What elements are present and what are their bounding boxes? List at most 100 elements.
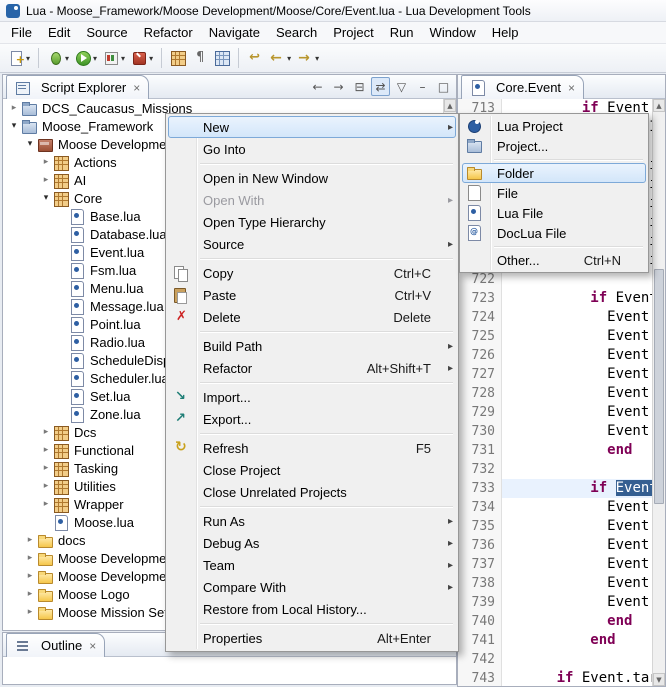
menubar-item-window[interactable]: Window (422, 23, 484, 42)
close-icon[interactable]: × (89, 639, 96, 653)
tab-core-event[interactable]: Core.Event × (461, 75, 584, 99)
collapsed-expander-icon[interactable]: ▸ (23, 571, 37, 581)
selected-text: Event. (616, 480, 652, 496)
menubar-item-edit[interactable]: Edit (40, 23, 78, 42)
menu-item-lua-file[interactable]: Lua File (462, 203, 646, 223)
menu-item-open-in-new-window[interactable]: Open in New Window (168, 167, 456, 189)
menu-icon-blank (172, 338, 194, 354)
menu-item-paste[interactable]: PasteCtrl+V (168, 284, 456, 306)
dropdown-caret-icon: ▾ (287, 54, 291, 63)
collapsed-expander-icon[interactable]: ▸ (23, 589, 37, 599)
menubar-item-source[interactable]: Source (78, 23, 135, 42)
menu-item-close-project[interactable]: Close Project (168, 459, 456, 481)
arrow-forward-icon (297, 50, 313, 66)
collapsed-expander-icon[interactable]: ▸ (39, 157, 53, 167)
menu-item-run-as[interactable]: Run As▸ (168, 510, 456, 532)
menu-item-folder[interactable]: Folder (462, 163, 646, 183)
titlebar: Lua - Moose_Framework/Moose Development/… (0, 0, 666, 22)
collapsed-expander-icon[interactable]: ▸ (23, 607, 37, 617)
debug-button[interactable]: ▾ (44, 46, 72, 70)
menu-item-refresh[interactable]: RefreshF5 (168, 437, 456, 459)
code-line (502, 460, 652, 479)
expanded-expander-icon[interactable]: ▾ (23, 139, 37, 149)
menu-item-file[interactable]: File (462, 183, 646, 203)
expanded-expander-icon[interactable]: ▾ (7, 121, 21, 131)
toolbar-separator (161, 48, 162, 68)
menu-item-source[interactable]: Source▸ (168, 233, 456, 255)
mark-occurrences-button[interactable] (211, 46, 233, 70)
tab-outline[interactable]: Outline × (6, 633, 105, 657)
menubar-item-refactor[interactable]: Refactor (136, 23, 201, 42)
folder-icon (466, 165, 488, 181)
forward-icon[interactable]: → (329, 77, 348, 96)
scroll-down-icon[interactable] (653, 673, 665, 686)
menu-item-doclua-file[interactable]: DocLua File (462, 223, 646, 243)
menubar-item-search[interactable]: Search (268, 23, 325, 42)
menu-item-close-unrelated-projects[interactable]: Close Unrelated Projects (168, 481, 456, 503)
menu-item-restore-from-local-history[interactable]: Restore from Local History... (168, 598, 456, 620)
close-icon[interactable]: × (133, 81, 140, 95)
collapsed-expander-icon[interactable]: ▸ (39, 427, 53, 437)
line-number: 738 (458, 574, 495, 593)
external-tools-button[interactable]: ▾ (128, 46, 156, 70)
menu-item-project[interactable]: Project... (462, 136, 646, 156)
menu-item-open-type-hierarchy[interactable]: Open Type Hierarchy (168, 211, 456, 233)
coverage-button[interactable]: ▾ (100, 46, 128, 70)
forward-button[interactable]: ▾ (294, 46, 322, 70)
menubar-item-file[interactable]: File (3, 23, 40, 42)
menu-item-debug-as[interactable]: Debug As▸ (168, 532, 456, 554)
collapsed-expander-icon[interactable]: ▸ (39, 481, 53, 491)
menu-item-build-path[interactable]: Build Path▸ (168, 335, 456, 357)
menu-item-go-into[interactable]: Go Into (168, 138, 456, 160)
menu-item-delete[interactable]: DeleteDelete (168, 306, 456, 328)
close-icon[interactable]: × (568, 81, 575, 95)
tree-item-label: Moose.lua (74, 515, 134, 530)
tab-script-explorer[interactable]: Script Explorer × (6, 75, 149, 99)
run-button[interactable]: ▾ (72, 46, 100, 70)
collapsed-expander-icon[interactable]: ▸ (23, 553, 37, 563)
collapsed-expander-icon[interactable]: ▸ (39, 445, 53, 455)
line-number: 724 (458, 308, 495, 327)
menubar-item-project[interactable]: Project (325, 23, 381, 42)
scroll-up-icon[interactable] (653, 99, 665, 112)
scroll-up-icon[interactable] (444, 99, 456, 112)
scrollbar-thumb[interactable] (654, 269, 664, 504)
expanded-expander-icon[interactable]: ▾ (39, 193, 53, 203)
new-wizard-button[interactable]: ▾ (5, 46, 33, 70)
maximize-icon[interactable]: □ (434, 77, 453, 96)
menu-item-properties[interactable]: PropertiesAlt+Enter (168, 627, 456, 649)
submenu-arrow-icon: ▸ (441, 239, 453, 250)
back-icon[interactable]: ← (308, 77, 327, 96)
open-element-button[interactable] (167, 46, 189, 70)
menu-item-lua-project[interactable]: Lua Project (462, 116, 646, 136)
collapsed-expander-icon[interactable]: ▸ (39, 463, 53, 473)
menu-item-compare-with[interactable]: Compare With▸ (168, 576, 456, 598)
menu-item-export[interactable]: Export... (168, 408, 456, 430)
menu-item-import[interactable]: Import... (168, 386, 456, 408)
menu-item-other[interactable]: Other...Ctrl+N (462, 250, 646, 270)
menubar-item-run[interactable]: Run (382, 23, 422, 42)
code-line: Event.IniPlayerName = Event.IniDCSUnit:g… (502, 384, 652, 403)
last-edit-location-button[interactable] (244, 46, 266, 70)
menu-item-new[interactable]: New▸ (168, 116, 456, 138)
collapsed-expander-icon[interactable]: ▸ (39, 175, 53, 185)
menu-item-team[interactable]: Team▸ (168, 554, 456, 576)
back-button[interactable]: ▾ (266, 46, 294, 70)
menu-item-label: Run As (194, 514, 245, 529)
menu-item-copy[interactable]: CopyCtrl+C (168, 262, 456, 284)
menubar-item-navigate[interactable]: Navigate (201, 23, 268, 42)
collapsed-expander-icon[interactable]: ▸ (23, 535, 37, 545)
menu-item-refactor[interactable]: RefactorAlt+Shift+T▸ (168, 357, 456, 379)
external-tools-icon (131, 50, 147, 66)
show-whitespace-button[interactable] (189, 46, 211, 70)
editor-scrollbar[interactable] (652, 99, 665, 686)
link-with-editor-icon[interactable]: ⇄ (371, 77, 390, 96)
menubar-item-help[interactable]: Help (484, 23, 527, 42)
view-menu-icon[interactable]: ▽ (392, 77, 411, 96)
tab-label: Script Explorer (41, 80, 126, 95)
menu-item-open-with[interactable]: Open With▸ (168, 189, 456, 211)
collapsed-expander-icon[interactable]: ▸ (39, 499, 53, 509)
collapsed-expander-icon[interactable]: ▸ (7, 103, 21, 113)
minimize-icon[interactable]: – (413, 77, 432, 96)
collapse-all-icon[interactable]: ⊟ (350, 77, 369, 96)
